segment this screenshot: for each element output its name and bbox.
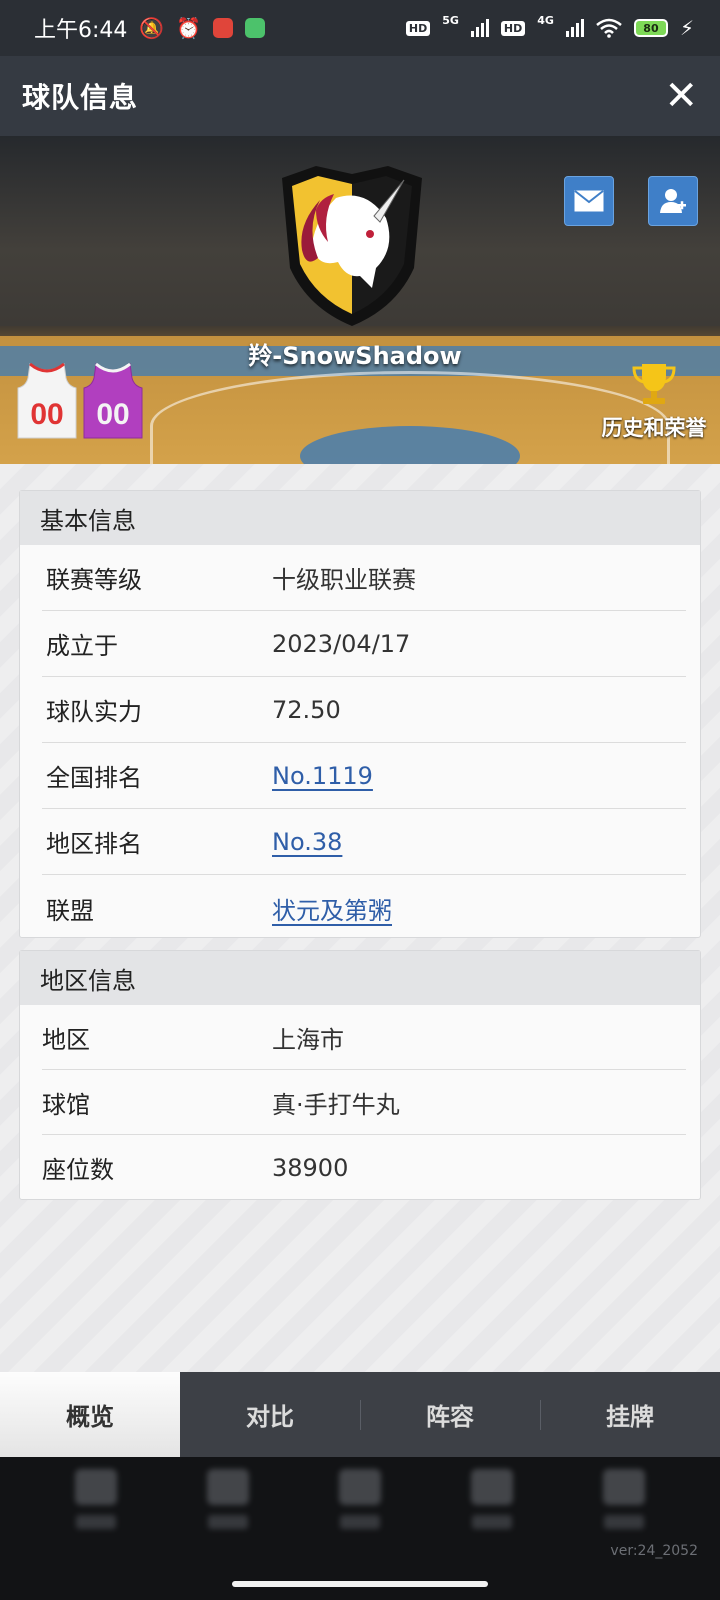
- status-time: 上午6:44: [34, 18, 128, 43]
- blurred-label: [472, 1515, 512, 1529]
- region-row: 地区 上海市: [42, 1005, 686, 1070]
- national-rank-row: 全国排名 No.1119: [42, 743, 686, 809]
- blurred-icon: [75, 1469, 117, 1505]
- signal-icon: [470, 19, 489, 37]
- blurred-nav-item: [339, 1469, 381, 1529]
- national-rank-link[interactable]: No.1119: [272, 762, 373, 790]
- league-level-row: 联赛等级 十级职业联赛: [42, 545, 686, 611]
- page-title: 球队信息: [22, 81, 139, 114]
- seats-value: 38900: [272, 1153, 349, 1182]
- blurred-nav-items: [0, 1457, 720, 1529]
- team-logo-icon: [282, 166, 422, 326]
- hd-badge: HD: [405, 20, 431, 36]
- network-type-label-2: 4G: [537, 13, 554, 27]
- status-left: 上午6:44 🔕 ⏰: [34, 12, 266, 44]
- row-label: 联盟: [46, 896, 94, 925]
- add-friend-button[interactable]: [648, 176, 698, 226]
- history-honor-button[interactable]: 历史和荣誉: [594, 362, 714, 442]
- title-bar: 球队信息 ✕: [0, 56, 720, 136]
- wifi-icon: [596, 18, 622, 38]
- seats-row: 座位数 38900: [42, 1135, 686, 1200]
- home-jersey-icon: 00: [17, 362, 77, 439]
- status-bar: 上午6:44 🔕 ⏰ HD 5G HD 4G 80 ⚡: [0, 0, 720, 56]
- app-notification-icon: [213, 18, 234, 38]
- row-label: 地区排名: [46, 830, 142, 858]
- blurred-label: [604, 1515, 644, 1529]
- row-label: 全国排名: [46, 764, 142, 792]
- blurred-label: [208, 1515, 248, 1529]
- row-label: 联赛等级: [46, 566, 142, 594]
- bottom-nav: ver:24_2052: [0, 1457, 720, 1600]
- tab-roster[interactable]: 阵容: [360, 1372, 540, 1457]
- tab-listing[interactable]: 挂牌: [540, 1372, 720, 1457]
- alliance-row: 联盟 状元及第粥: [42, 875, 686, 941]
- hd-badge-2: HD: [500, 20, 526, 36]
- battery-icon: 80: [633, 19, 668, 37]
- network-type-label: 5G: [442, 13, 459, 27]
- team-strength-value: 72.50: [272, 695, 341, 724]
- blurred-nav-item: [603, 1469, 645, 1529]
- mute-bell-icon: 🔕: [139, 16, 165, 40]
- mail-button[interactable]: [564, 176, 614, 226]
- row-label: 座位数: [42, 1156, 114, 1184]
- blurred-icon: [207, 1469, 249, 1505]
- basic-info-title: 基本信息: [20, 491, 700, 545]
- region-rank-link[interactable]: No.38: [272, 828, 342, 856]
- alarm-icon: ⏰: [176, 16, 202, 40]
- blurred-icon: [603, 1469, 645, 1505]
- home-jersey-number: 00: [30, 398, 63, 431]
- blurred-label: [340, 1515, 380, 1529]
- alliance-link[interactable]: 状元及第粥: [272, 891, 392, 926]
- team-strength-row: 球队实力 72.50: [42, 677, 686, 743]
- app-notification-icon-2: [245, 18, 266, 38]
- row-label: 球馆: [42, 1090, 90, 1119]
- league-level-value: 十级职业联赛: [272, 566, 416, 594]
- tab-overview[interactable]: 概览: [0, 1372, 180, 1457]
- tab-compare[interactable]: 对比: [180, 1372, 360, 1457]
- mail-icon: [574, 190, 604, 212]
- region-info-card: 地区信息 地区 上海市 球馆 真·手打牛丸 座位数 38900: [19, 950, 701, 1200]
- region-value: 上海市: [272, 1025, 344, 1054]
- region-rank-row: 地区排名 No.38: [42, 809, 686, 875]
- region-info-title: 地区信息: [20, 951, 700, 1005]
- home-indicator[interactable]: [232, 1581, 488, 1587]
- founded-row: 成立于 2023/04/17: [42, 611, 686, 677]
- close-button[interactable]: ✕: [664, 76, 698, 116]
- version-label: ver:24_2052: [610, 1543, 698, 1559]
- row-label: 球队实力: [46, 698, 142, 726]
- blurred-nav-item: [75, 1469, 117, 1529]
- away-jersey-icon: 00: [83, 362, 143, 439]
- blurred-nav-item: [471, 1469, 513, 1529]
- signal-icon-2: [565, 19, 584, 37]
- row-label: 成立于: [46, 632, 118, 660]
- arena-value: 真·手打牛丸: [272, 1090, 400, 1119]
- blurred-label: [76, 1515, 116, 1529]
- team-name-text: 羚-SnowShadow: [248, 342, 462, 370]
- row-label: 地区: [42, 1025, 90, 1054]
- honor-label: 历史和荣誉: [601, 416, 707, 440]
- away-jersey-number: 00: [96, 398, 129, 431]
- charging-icon: ⚡: [679, 16, 694, 40]
- tab-bar: 概览 对比 阵容 挂牌: [0, 1372, 720, 1457]
- blurred-icon: [339, 1469, 381, 1505]
- founded-value: 2023/04/17: [272, 629, 411, 658]
- basic-info-card: 基本信息 联赛等级 十级职业联赛 成立于 2023/04/17 球队实力 72.…: [19, 490, 701, 938]
- arena-row: 球馆 真·手打牛丸: [42, 1070, 686, 1135]
- trophy-icon: [632, 364, 676, 404]
- team-banner: 羚-SnowShadow 00 00 历史和荣誉: [0, 136, 720, 464]
- blurred-icon: [471, 1469, 513, 1505]
- add-user-icon: [660, 189, 686, 213]
- status-right: HD 5G HD 4G 80 ⚡: [405, 14, 694, 40]
- blurred-nav-item: [207, 1469, 249, 1529]
- content-area: 基本信息 联赛等级 十级职业联赛 成立于 2023/04/17 球队实力 72.…: [0, 464, 720, 1372]
